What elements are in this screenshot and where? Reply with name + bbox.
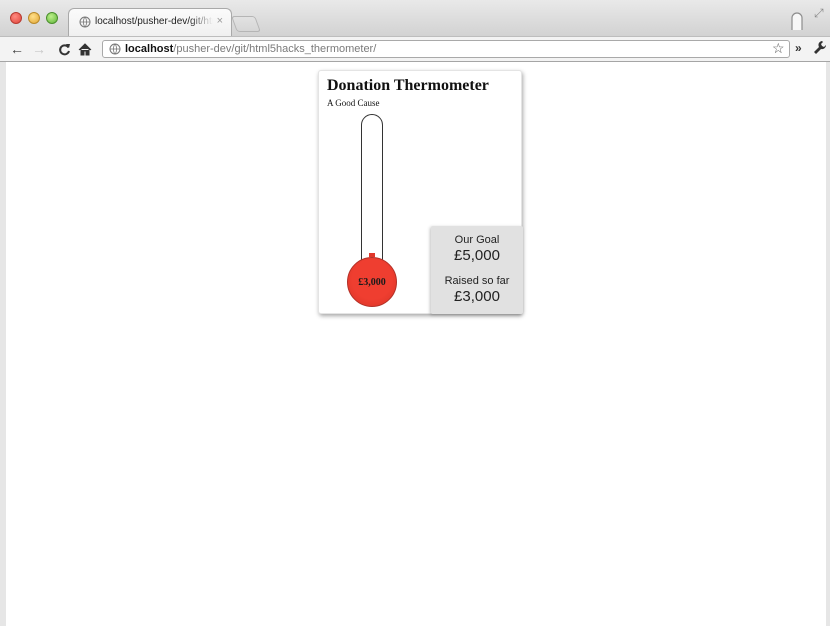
goal-value: £5,000 [454, 247, 500, 264]
tab-title: localhost/pusher-dev/git/html5hacks_ther… [95, 16, 213, 27]
close-window-button[interactable] [10, 12, 22, 24]
browser-tab[interactable]: localhost/pusher-dev/git/html5hacks_ther… [68, 8, 232, 36]
url-host: localhost [125, 43, 174, 55]
home-icon[interactable] [76, 40, 94, 58]
back-arrow-icon[interactable]: ← [8, 40, 26, 58]
raised-label: Raised so far [444, 275, 510, 287]
raised-value: £3,000 [454, 288, 500, 305]
new-tab-button[interactable] [231, 16, 261, 32]
tab-strip: localhost/pusher-dev/git/html5hacks_ther… [0, 0, 830, 36]
zoom-window-button[interactable] [46, 12, 58, 24]
donation-thermometer-widget: Donation Thermometer A Good Cause £3,000… [318, 70, 523, 314]
url-text: localhost/pusher-dev/git/html5hacks_ther… [125, 43, 376, 55]
browser-toolbar: ← → localhost/pusher-dev/git/html5hacks_… [0, 36, 830, 62]
widget-title: Donation Thermometer [327, 77, 489, 94]
globe-icon [109, 43, 121, 55]
goal-block: Our Goal £5,000 [431, 234, 523, 265]
fullscreen-icon[interactable]: ⤢ [814, 6, 824, 21]
donation-stats-panel: Our Goal £5,000 Raised so far £3,000 [431, 226, 523, 314]
forward-arrow-icon[interactable]: → [30, 40, 48, 58]
window-frame-left [0, 62, 6, 626]
user-profile-icon[interactable] [790, 10, 804, 32]
window-frame-right [826, 62, 830, 626]
globe-icon [79, 16, 91, 28]
widget-subtitle: A Good Cause [327, 98, 380, 108]
close-icon[interactable]: × [217, 15, 223, 27]
goal-label: Our Goal [454, 234, 500, 246]
bulb-amount-label: £3,000 [358, 276, 386, 288]
address-bar[interactable]: localhost/pusher-dev/git/html5hacks_ther… [102, 40, 790, 58]
star-icon[interactable]: ☆ [772, 40, 785, 57]
raised-block: Raised so far £3,000 [431, 275, 523, 306]
chevron-double-right-icon[interactable]: » [795, 41, 802, 55]
thermometer-tube [361, 114, 383, 274]
reload-icon[interactable] [55, 40, 73, 58]
url-path: /pusher-dev/git/html5hacks_thermometer/ [173, 43, 377, 55]
minimize-window-button[interactable] [28, 12, 40, 24]
wrench-icon[interactable] [813, 40, 827, 56]
thermometer-bulb: £3,000 [347, 257, 397, 307]
